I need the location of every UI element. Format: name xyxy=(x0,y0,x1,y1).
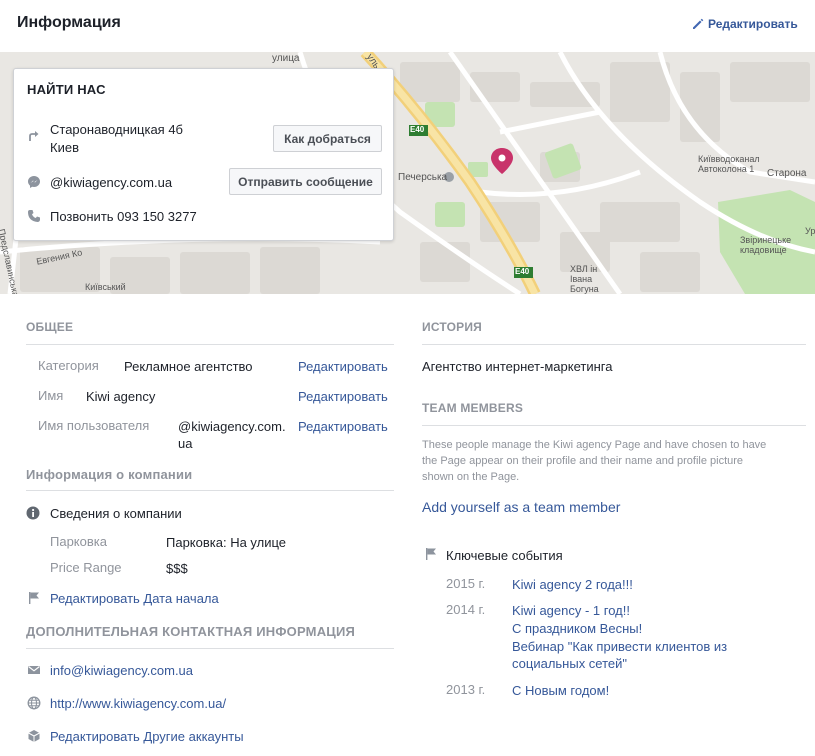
company-details-title: Сведения о компании xyxy=(50,506,182,521)
messenger-icon xyxy=(28,176,40,188)
milestone-link[interactable]: С Новым годом! xyxy=(512,682,609,699)
messenger-username[interactable]: @kiwiagency.com.ua xyxy=(50,175,172,191)
milestone-link[interactable]: социальных сетей" xyxy=(512,655,627,672)
username-value-line1: @kiwiagency.com. xyxy=(178,419,286,434)
extra-contacts-divider xyxy=(26,648,394,649)
milestone-flag-icon xyxy=(426,548,436,560)
company-info-divider xyxy=(26,490,394,491)
edit-page-info-label: Редактировать xyxy=(708,17,798,31)
edit-category-link[interactable]: Редактировать xyxy=(298,358,388,375)
history-text: Агентство интернет-маркетинга xyxy=(422,359,613,374)
address-line-2: Киев xyxy=(50,140,79,155)
website-link[interactable]: http://www.kiwiagency.com.ua/ xyxy=(50,695,226,712)
info-icon xyxy=(26,506,40,520)
directions-arrow-icon xyxy=(29,131,39,141)
globe-icon xyxy=(27,696,41,710)
map-label-starona: Старона xyxy=(767,168,807,179)
map-label-e40-b: E40 xyxy=(515,267,530,276)
general-divider xyxy=(26,344,394,345)
map-label-kyivvodokanal: Київводоканал Автоколона 1 xyxy=(698,154,760,174)
username-label: Имя пользователя xyxy=(38,418,150,433)
phone-call[interactable]: Позвонить 093 150 3277 xyxy=(50,209,197,225)
team-desc-line1: These people manage the Kiwi agency Page… xyxy=(422,439,767,451)
address-line-1: Старонаводницкая 4б xyxy=(50,122,184,137)
general-heading: ОБЩЕЕ xyxy=(26,320,74,334)
category-label: Категория xyxy=(38,358,99,373)
milestones-heading: Ключевые события xyxy=(446,548,563,563)
category-value: Рекламное агентство xyxy=(124,359,253,374)
milestone-link[interactable]: Вебинар "Как привести клиентов из xyxy=(512,638,727,655)
map-label-zvirynetske: Звіринецьке кладовище xyxy=(740,235,792,255)
edit-other-accounts-link[interactable]: Редактировать Другие аккаунты xyxy=(50,728,244,745)
team-desc-line3: shown on the Page. xyxy=(422,471,520,483)
page-title: Информация xyxy=(17,14,121,31)
history-divider xyxy=(422,344,806,345)
find-us-title: НАЙТИ НАС xyxy=(27,82,106,97)
edit-page-info-link[interactable]: Редактировать xyxy=(692,17,798,31)
price-range-label: Price Range xyxy=(50,560,122,575)
milestone-link[interactable]: Kiwi agency - 1 год!! xyxy=(512,602,630,619)
price-range-value: $$$ xyxy=(166,561,188,576)
milestone-year: 2013 г. xyxy=(446,682,486,697)
send-message-button[interactable]: Отправить сообщение xyxy=(229,168,382,195)
team-desc-line2: the Page appear on their profile and the… xyxy=(422,455,744,467)
name-label: Имя xyxy=(38,388,64,403)
extra-contacts-heading: ДОПОЛНИТЕЛЬНАЯ КОНТАКТНАЯ ИНФОРМАЦИЯ xyxy=(26,624,356,639)
edit-username-link[interactable]: Редактировать xyxy=(298,418,388,435)
team-heading: TEAM MEMBERS xyxy=(422,401,524,415)
map-label-vulytsia: улица xyxy=(272,53,300,64)
edit-start-date-link[interactable]: Редактировать Дата начала xyxy=(50,590,219,607)
pencil-icon xyxy=(693,18,704,29)
milestone-year: 2015 г. xyxy=(446,576,486,591)
map-label-khvl: ХВЛ ін Івана Богуна xyxy=(570,264,599,294)
map-label-ur: Ур xyxy=(805,226,815,236)
find-us-card: НАЙТИ НАС Старонаводницкая 4б Киев Как д… xyxy=(13,68,394,241)
map-label-kyivskyi: Київський xyxy=(85,282,126,292)
team-divider xyxy=(422,425,806,426)
cube-icon xyxy=(28,730,40,742)
map-label-e40-a: E40 xyxy=(410,125,425,134)
parking-value: Парковка: На улице xyxy=(166,535,287,550)
name-value: Kiwi agency xyxy=(86,389,156,404)
get-directions-button[interactable]: Как добраться xyxy=(273,125,382,152)
edit-name-link[interactable]: Редактировать xyxy=(298,388,388,405)
email-link[interactable]: info@kiwiagency.com.ua xyxy=(50,662,193,679)
add-team-member-link[interactable]: Add yourself as a team member xyxy=(422,499,620,516)
milestone-year: 2014 г. xyxy=(446,602,486,617)
milestone-link[interactable]: Kiwi agency 2 года!!! xyxy=(512,576,633,593)
email-icon xyxy=(28,666,40,674)
flag-icon xyxy=(29,592,39,604)
phone-icon xyxy=(28,210,40,222)
history-heading: ИСТОРИЯ xyxy=(422,320,483,334)
company-info-heading: Информация о компании xyxy=(26,467,193,482)
username-value-line2: ua xyxy=(178,436,193,451)
milestone-link[interactable]: С праздником Весны! xyxy=(512,620,642,637)
parking-label: Парковка xyxy=(50,534,107,549)
map-label-pecherska: Печерська xyxy=(398,172,448,183)
